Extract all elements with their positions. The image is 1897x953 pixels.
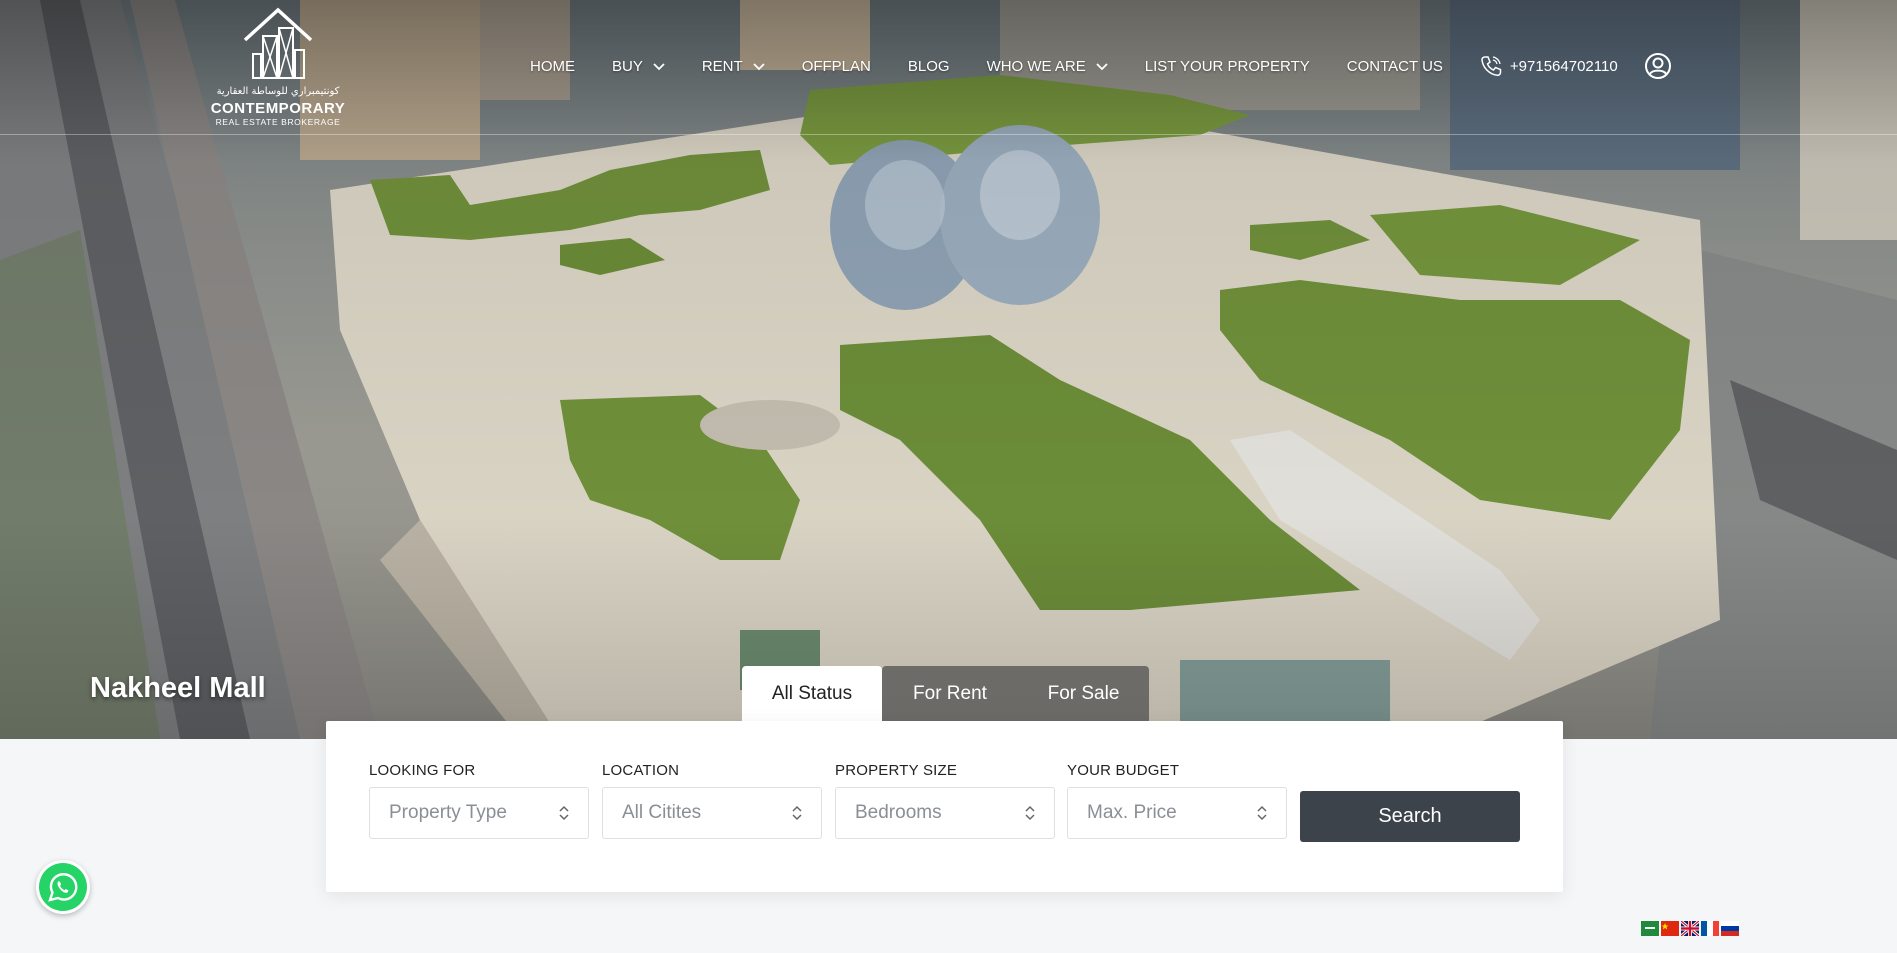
tab-for-rent[interactable]: For Rent: [882, 666, 1018, 721]
search-button[interactable]: Search: [1300, 791, 1520, 842]
tab-all-status[interactable]: All Status: [742, 666, 882, 721]
property-type-value: Property Type: [389, 802, 507, 823]
phone-link[interactable]: +971564702110: [1480, 55, 1618, 77]
search-panel: LOOKING FOR Property Type LOCATION All C…: [326, 721, 1563, 892]
select-arrows-icon: [1257, 805, 1267, 821]
location-field: LOCATION All Citites: [602, 762, 822, 839]
nav-who-we-are[interactable]: WHO WE ARE: [987, 58, 1108, 75]
location-label: LOCATION: [602, 762, 680, 779]
nav-blog-label: BLOG: [907, 57, 950, 75]
chevron-down-icon: [1096, 63, 1108, 71]
budget-label: YOUR BUDGET: [1067, 762, 1180, 779]
looking-for-label: LOOKING FOR: [369, 762, 476, 779]
chevron-down-icon: [653, 63, 665, 71]
main-nav: HOME BUY RENT OFFPLAN BLOG WHO WE ARE LI…: [530, 53, 1672, 79]
status-tabs: All Status For Rent For Sale: [742, 666, 1149, 721]
nav-contact-us-label: CONTACT US: [1346, 57, 1443, 75]
select-arrows-icon: [559, 805, 569, 821]
logo-subtitle: REAL ESTATE BROKERAGE: [215, 117, 341, 127]
select-arrows-icon: [792, 805, 802, 821]
bedrooms-select[interactable]: Bedrooms: [835, 787, 1055, 839]
nav-rent-label: RENT: [701, 57, 743, 75]
nav-home-label: HOME: [530, 57, 575, 75]
logo-building-icon: [243, 7, 313, 79]
chinese-flag-icon[interactable]: [1661, 921, 1679, 936]
phone-icon: [1481, 56, 1502, 77]
budget-field: YOUR BUDGET Max. Price: [1067, 762, 1287, 839]
whatsapp-icon: [39, 863, 87, 911]
site-header: كونتيمبراري للوساطة العقارية CONTEMPORAR…: [0, 0, 1897, 135]
property-type-select[interactable]: Property Type: [369, 787, 589, 839]
nav-list-your-property-label: LIST YOUR PROPERTY: [1144, 57, 1310, 75]
location-select[interactable]: All Citites: [602, 787, 822, 839]
nav-offplan-label: OFFPLAN: [801, 57, 871, 75]
bedrooms-value: Bedrooms: [855, 802, 942, 823]
nav-buy-label: BUY: [612, 57, 643, 75]
company-logo[interactable]: كونتيمبراري للوساطة العقارية CONTEMPORAR…: [208, 6, 348, 127]
max-price-value: Max. Price: [1087, 802, 1177, 823]
hero-caption: Nakheel Mall: [90, 672, 266, 704]
russian-flag-icon[interactable]: [1721, 921, 1739, 936]
nav-blog[interactable]: BLOG: [908, 58, 950, 75]
french-flag-icon[interactable]: [1701, 921, 1719, 936]
nav-rent[interactable]: RENT: [702, 58, 765, 75]
english-flag-icon[interactable]: [1681, 921, 1699, 936]
user-circle-icon[interactable]: [1644, 52, 1672, 80]
nav-who-we-are-label: WHO WE ARE: [986, 57, 1086, 75]
nav-home[interactable]: HOME: [530, 58, 575, 75]
logo-arabic-text: كونتيمبراري للوساطة العقارية: [216, 86, 340, 97]
looking-for-field: LOOKING FOR Property Type: [369, 762, 589, 839]
select-arrows-icon: [1025, 805, 1035, 821]
property-size-label: PROPERTY SIZE: [835, 762, 958, 779]
phone-number: +971564702110: [1509, 57, 1618, 75]
arabic-flag-icon[interactable]: [1641, 921, 1659, 936]
logo-brand-name: CONTEMPORARY: [210, 100, 346, 117]
whatsapp-button[interactable]: [36, 860, 90, 914]
chevron-down-icon: [753, 63, 765, 71]
tab-for-sale[interactable]: For Sale: [1018, 666, 1149, 721]
nav-contact-us[interactable]: CONTACT US: [1347, 58, 1443, 75]
property-size-field: PROPERTY SIZE Bedrooms: [835, 762, 1055, 839]
language-switcher: [1641, 921, 1739, 936]
nav-offplan[interactable]: OFFPLAN: [802, 58, 871, 75]
nav-list-your-property[interactable]: LIST YOUR PROPERTY: [1145, 58, 1310, 75]
location-value: All Citites: [622, 802, 702, 823]
nav-buy[interactable]: BUY: [612, 58, 665, 75]
max-price-select[interactable]: Max. Price: [1067, 787, 1287, 839]
